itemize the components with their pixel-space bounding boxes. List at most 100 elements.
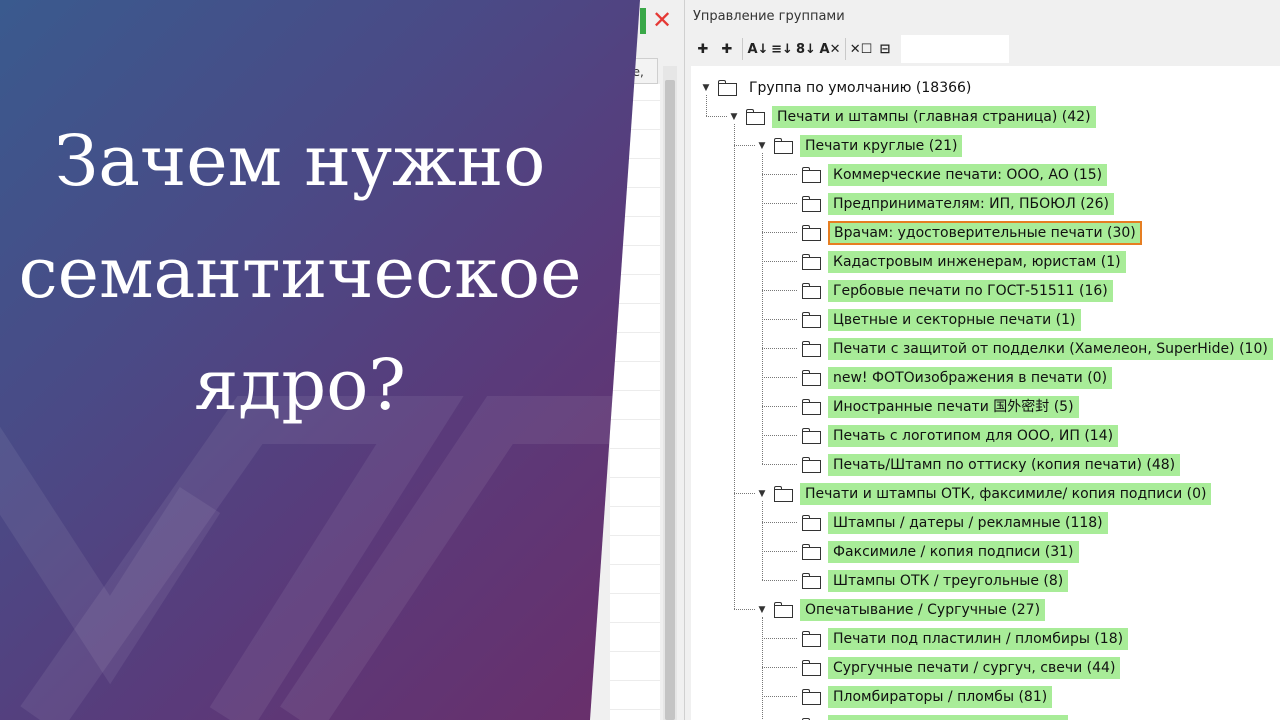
tree-node-label[interactable]: Штампы / датеры / рекламные (118)	[828, 511, 1108, 534]
tree-icon[interactable]: ⊟	[873, 36, 897, 62]
tree-node-label[interactable]: Печати под пластилин / пломбиры (18)	[828, 627, 1129, 650]
tree-node-label[interactable]: Коммерческие печати: ООО, АО (15)	[828, 163, 1108, 186]
toolbar-separator	[742, 38, 743, 60]
tree-node-label[interactable]: Печати с защитой от подделки (Хамелеон, …	[828, 337, 1273, 360]
close-icon[interactable]: ✕	[652, 8, 672, 32]
tree-node[interactable]: ▼ Группа по умолчанию (18366)	[699, 73, 976, 102]
tree-node-label[interactable]: Врачам: удостоверительные печати (30)	[828, 220, 1142, 245]
row-divider	[610, 564, 660, 565]
clear-sort-icon[interactable]: A✕	[818, 36, 842, 62]
tree-node[interactable]: Иностранные печати 国外密封 (5)	[783, 392, 1079, 421]
chevron-down-icon[interactable]: ▼	[699, 81, 713, 95]
tree-node[interactable]	[783, 711, 1068, 720]
folder-icon	[801, 369, 823, 387]
tree-node[interactable]: Пломбираторы / пломбы (81)	[783, 682, 1053, 711]
folder-icon	[801, 311, 823, 329]
tree-guide	[762, 153, 763, 464]
chevron-down-icon[interactable]: ▼	[727, 110, 741, 124]
tree-node[interactable]: ▼ Печати и штампы ОТК, факсимиле/ копия п…	[755, 479, 1212, 508]
tree-connector	[734, 609, 755, 610]
sort-color-icon[interactable]: ≡↓	[770, 36, 794, 62]
tree-node-label[interactable]: Сургучные печати / сургуч, свечи (44)	[828, 656, 1121, 679]
tree-node[interactable]: Врачам: удостоверительные печати (30)	[783, 218, 1142, 247]
group-manager-window: Управление группами ✚ ✚ A↓ ≡↓ 8↓ A✕ ✕☐ ⊟ ▼ Групп…	[684, 0, 1280, 720]
chevron-down-icon[interactable]: ▼	[755, 139, 769, 153]
row-divider	[610, 390, 660, 391]
add-subgroup-icon[interactable]: ✚	[715, 36, 739, 62]
tree-connector	[706, 116, 727, 117]
tree-node-label[interactable]: Печати круглые (21)	[800, 134, 963, 157]
folder-icon	[801, 717, 823, 720]
tree-connector	[762, 406, 797, 407]
tree-connector	[762, 290, 797, 291]
tree-guide	[762, 501, 763, 580]
search-input[interactable]	[901, 35, 1009, 63]
tree-node-label[interactable]: Цветные и секторные печати (1)	[828, 308, 1081, 331]
tree-connector	[762, 522, 797, 523]
tree-node[interactable]: Печать/Штамп по оттиску (копия печати) (…	[783, 450, 1181, 479]
tree-node-label[interactable]: Опечатывание / Сургучные (27)	[800, 598, 1046, 621]
tree-node-label[interactable]: Группа по умолчанию (18366)	[744, 77, 976, 99]
tree-node[interactable]: Гербовые печати по ГОСТ-51511 (16)	[783, 276, 1113, 305]
folder-icon	[801, 195, 823, 213]
tree-guide	[706, 95, 707, 116]
tree-node[interactable]: Штампы / датеры / рекламные (118)	[783, 508, 1108, 537]
tree-node[interactable]: Печати под пластилин / пломбиры (18)	[783, 624, 1129, 653]
tree-connector	[762, 464, 797, 465]
tree-node-label[interactable]: Гербовые печати по ГОСТ-51511 (16)	[828, 279, 1113, 302]
tree-node-label[interactable]: Штампы ОТК / треугольные (8)	[828, 569, 1069, 592]
folder-icon	[801, 456, 823, 474]
tree-node-label[interactable]: Кадастровым инженерам, юристам (1)	[828, 250, 1126, 273]
tree-connector	[762, 261, 797, 262]
tree-node[interactable]: Печать с логотипом для ООО, ИП (14)	[783, 421, 1119, 450]
tree-node[interactable]: Печати с защитой от подделки (Хамелеон, …	[783, 334, 1273, 363]
tree-node[interactable]: Предпринимателям: ИП, ПБОЮЛ (26)	[783, 189, 1114, 218]
folder-icon	[801, 224, 823, 242]
scrollbar-thumb[interactable]	[665, 80, 675, 720]
row-divider	[610, 448, 660, 449]
folder-icon	[773, 601, 795, 619]
tree-node[interactable]: ▼ Печати и штампы (главная страница) (42)	[727, 102, 1096, 131]
row-divider	[610, 477, 660, 478]
folder-icon	[801, 166, 823, 184]
tree-node[interactable]: Факсимиле / копия подписи (31)	[783, 537, 1079, 566]
row-divider	[610, 680, 660, 681]
tree-node-label[interactable]	[828, 714, 1068, 720]
tree-node-label[interactable]: Печати и штампы (главная страница) (42)	[772, 105, 1096, 128]
row-divider	[610, 622, 660, 623]
tree-node-label[interactable]: Пломбираторы / пломбы (81)	[828, 685, 1053, 708]
tree-node-label[interactable]: Печать с логотипом для ООО, ИП (14)	[828, 424, 1119, 447]
folder-icon	[801, 659, 823, 677]
tree-node[interactable]: Сургучные печати / сургуч, свечи (44)	[783, 653, 1121, 682]
group-tree[interactable]: ▼ Группа по умолчанию (18366) ▼ Печати и шт…	[691, 66, 1280, 720]
folder-icon	[717, 79, 739, 97]
tree-node-label[interactable]: Факсимиле / копия подписи (31)	[828, 540, 1079, 563]
tree-node[interactable]: ▼ Опечатывание / Сургучные (27)	[755, 595, 1046, 624]
tree-node[interactable]: Коммерческие печати: ООО, АО (15)	[783, 160, 1108, 189]
chevron-down-icon[interactable]: ▼	[755, 603, 769, 617]
folder-icon	[745, 108, 767, 126]
tree-node[interactable]: Штампы ОТК / треугольные (8)	[783, 566, 1069, 595]
tree-connector	[762, 435, 797, 436]
tree-node-label[interactable]: Иностранные печати 国外密封 (5)	[828, 395, 1079, 418]
tree-node-label[interactable]: new! ФОТОизображения в печати (0)	[828, 366, 1113, 389]
tree-node[interactable]: Цветные и секторные печати (1)	[783, 305, 1081, 334]
folder-icon	[801, 572, 823, 590]
add-group-icon[interactable]: ✚	[691, 36, 715, 62]
headline-line-1: Зачем нужно	[54, 120, 546, 202]
tree-node-label[interactable]: Печати и штампы ОТК, факсимиле/ копия по…	[800, 482, 1212, 505]
sort-az-icon[interactable]: A↓	[746, 36, 770, 62]
tree-node[interactable]: new! ФОТОизображения в печати (0)	[783, 363, 1113, 392]
tree-node[interactable]: Кадастровым инженерам, юристам (1)	[783, 247, 1126, 276]
tree-node-label[interactable]: Печать/Штамп по оттиску (копия печати) (…	[828, 453, 1181, 476]
window-title: Управление группами	[693, 9, 845, 24]
chevron-down-icon[interactable]: ▼	[755, 487, 769, 501]
folder-icon	[773, 485, 795, 503]
headline-banner: Зачем нужно семантическое ядро?	[0, 0, 640, 720]
headline-line-3: ядро?	[194, 344, 406, 426]
tree-connector	[762, 319, 797, 320]
sort-num-icon[interactable]: 8↓	[794, 36, 818, 62]
tree-node[interactable]: ▼ Печати круглые (21)	[755, 131, 963, 160]
tree-node-label[interactable]: Предпринимателям: ИП, ПБОЮЛ (26)	[828, 192, 1114, 215]
mark-icon[interactable]: ✕☐	[849, 36, 873, 62]
